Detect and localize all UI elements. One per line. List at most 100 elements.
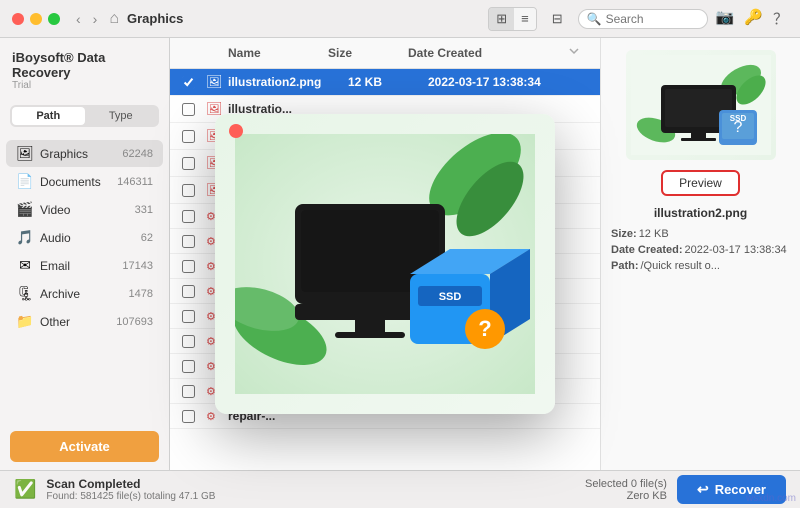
file-name: reinsta... [228,334,348,348]
sidebar-graphics-count: 62248 [122,148,153,160]
row-checkbox[interactable] [182,410,206,423]
selected-info: Selected 0 file(s) Zero KB [585,478,667,502]
app-title: iBoysoft® Data Recovery [12,50,157,80]
preview-path-row: Path: /Quick result o... [611,260,790,272]
recover-button[interactable]: ↩ Recover [677,475,786,504]
size-label: Size: [611,228,637,240]
close-button[interactable] [12,13,24,25]
sidebar-item-archive[interactable]: 🗜 Archive 1478 [6,280,163,307]
main-layout: iBoysoft® Data Recovery Trial Path Type … [0,38,800,470]
preview-meta: Size: 12 KB Date Created: 2022-03-17 13:… [611,228,790,276]
tab-type[interactable]: Type [85,107,158,125]
sidebar-video-label: Video [40,203,135,217]
date-column-header: Date Created [408,46,568,60]
date-value: 2022-03-17 13:38:34 [685,244,787,256]
file-list-header: Name Size Date Created [170,38,600,69]
sidebar-email-label: Email [40,259,122,273]
search-input[interactable] [606,12,699,26]
scan-detail: Found: 581425 file(s) totaling 47.1 GB [46,491,215,502]
preview-date-row: Date Created: 2022-03-17 13:38:34 [611,244,790,256]
fullscreen-button[interactable] [48,13,60,25]
table-row[interactable]: ⚙ remov... [170,354,600,379]
row-checkbox[interactable] [182,335,206,348]
sidebar-item-documents[interactable]: 📄 Documents 146311 [6,168,163,195]
sidebar-header: iBoysoft® Data Recovery Trial [0,38,169,97]
row-checkbox[interactable] [182,157,206,170]
activate-button[interactable]: Activate [10,431,159,462]
file-type-icon: ⚙ [206,310,228,323]
title-bar: ‹ › ⌂ Graphics ⊞ ≡ ⊟ 🔍 📷 🔑 ？ [0,0,800,38]
arrow-column-header [568,44,588,62]
row-checkbox[interactable] [182,385,206,398]
file-type-icon: 🖼 [206,74,228,90]
table-row[interactable]: ⚙ reinsta... [170,304,600,329]
table-row[interactable]: 🖼 illustratio... [170,123,600,150]
sidebar-item-other[interactable]: 📁 Other 107693 [6,308,163,335]
sidebar-item-audio[interactable]: 🎵 Audio 62 [6,224,163,251]
file-name: recove... [228,259,348,273]
row-checkbox[interactable] [182,285,206,298]
status-bar: ✅ Scan Completed Found: 581425 file(s) t… [0,470,800,508]
sidebar-video-count: 331 [135,204,153,216]
file-name: recove... [228,234,348,248]
sidebar-item-video[interactable]: 🎬 Video 331 [6,196,163,223]
search-box: 🔍 [578,9,708,29]
file-type-icon: 🖼 [206,101,228,117]
name-column-header: Name [228,46,328,60]
row-checkbox[interactable] [182,184,206,197]
preview-button[interactable]: Preview [661,170,740,196]
file-type-icon: ⚙ [206,260,228,273]
view-toggle: ⊞ ≡ [488,7,537,31]
table-row[interactable]: 🖼 illustratio... [170,150,600,177]
row-checkbox[interactable] [182,310,206,323]
table-row[interactable]: ⚙ recove... [170,229,600,254]
tab-path[interactable]: Path [12,107,85,125]
table-row[interactable]: ⚙ recove... [170,204,600,229]
size-column-header: Size [328,46,408,60]
documents-icon: 📄 [16,173,34,190]
selected-size: Zero KB [585,490,667,502]
row-checkbox[interactable] [182,260,206,273]
preview-size-row: Size: 12 KB [611,228,790,240]
sidebar-item-email[interactable]: ✉ Email 17143 [6,252,163,279]
minimize-button[interactable] [30,13,42,25]
camera-icon[interactable]: 📷 [716,8,735,29]
row-checkbox[interactable] [182,76,206,89]
file-name: illustratio... [228,183,348,197]
table-row[interactable]: ⚙ reinsta... [170,329,600,354]
toolbar-icons: 📷 🔑 ？ [716,8,788,29]
grid-view-button[interactable]: ⊞ [489,8,514,30]
table-row[interactable]: ⚙ repair-... [170,404,600,429]
search-icon: 🔍 [587,12,602,26]
row-checkbox[interactable] [182,103,206,116]
list-view-button[interactable]: ≡ [514,8,536,30]
svg-text:SSD: SSD [729,114,746,123]
table-row[interactable]: ⚙ recove... [170,254,600,279]
table-row[interactable]: 🖼 illustration2.png 12 KB 2022-03-17 13:… [170,69,600,96]
recover-label: Recover [715,482,766,497]
table-row[interactable]: ⚙ recove... [170,279,600,304]
sidebar-item-graphics[interactable]: 🖼 Graphics 62248 [6,140,163,167]
help-icon[interactable]: ？ [773,8,788,29]
row-checkbox[interactable] [182,210,206,223]
row-checkbox[interactable] [182,360,206,373]
table-row[interactable]: 🖼 illustratio... [170,96,600,123]
file-type-icon: 🖼 [206,128,228,144]
back-arrow[interactable]: ‹ [72,9,85,29]
info-icon[interactable]: 🔑 [744,8,763,29]
row-checkbox[interactable] [182,130,206,143]
video-icon: 🎬 [16,201,34,218]
home-icon[interactable]: ⌂ [109,10,119,28]
selected-count: Selected 0 file(s) [585,478,667,490]
file-name: repair-... [228,409,348,423]
forward-arrow[interactable]: › [89,9,102,29]
row-checkbox[interactable] [182,235,206,248]
audio-icon: 🎵 [16,229,34,246]
table-row[interactable]: 🖼 illustratio... [170,177,600,204]
app-trial-label: Trial [12,80,157,91]
table-row[interactable]: ⚙ repair-... [170,379,600,404]
file-type-icon: ⚙ [206,235,228,248]
recover-icon: ↩ [697,481,709,498]
file-panel: Name Size Date Created 🖼 illustration2.p… [170,38,600,470]
filter-button[interactable]: ⊟ [545,8,570,30]
